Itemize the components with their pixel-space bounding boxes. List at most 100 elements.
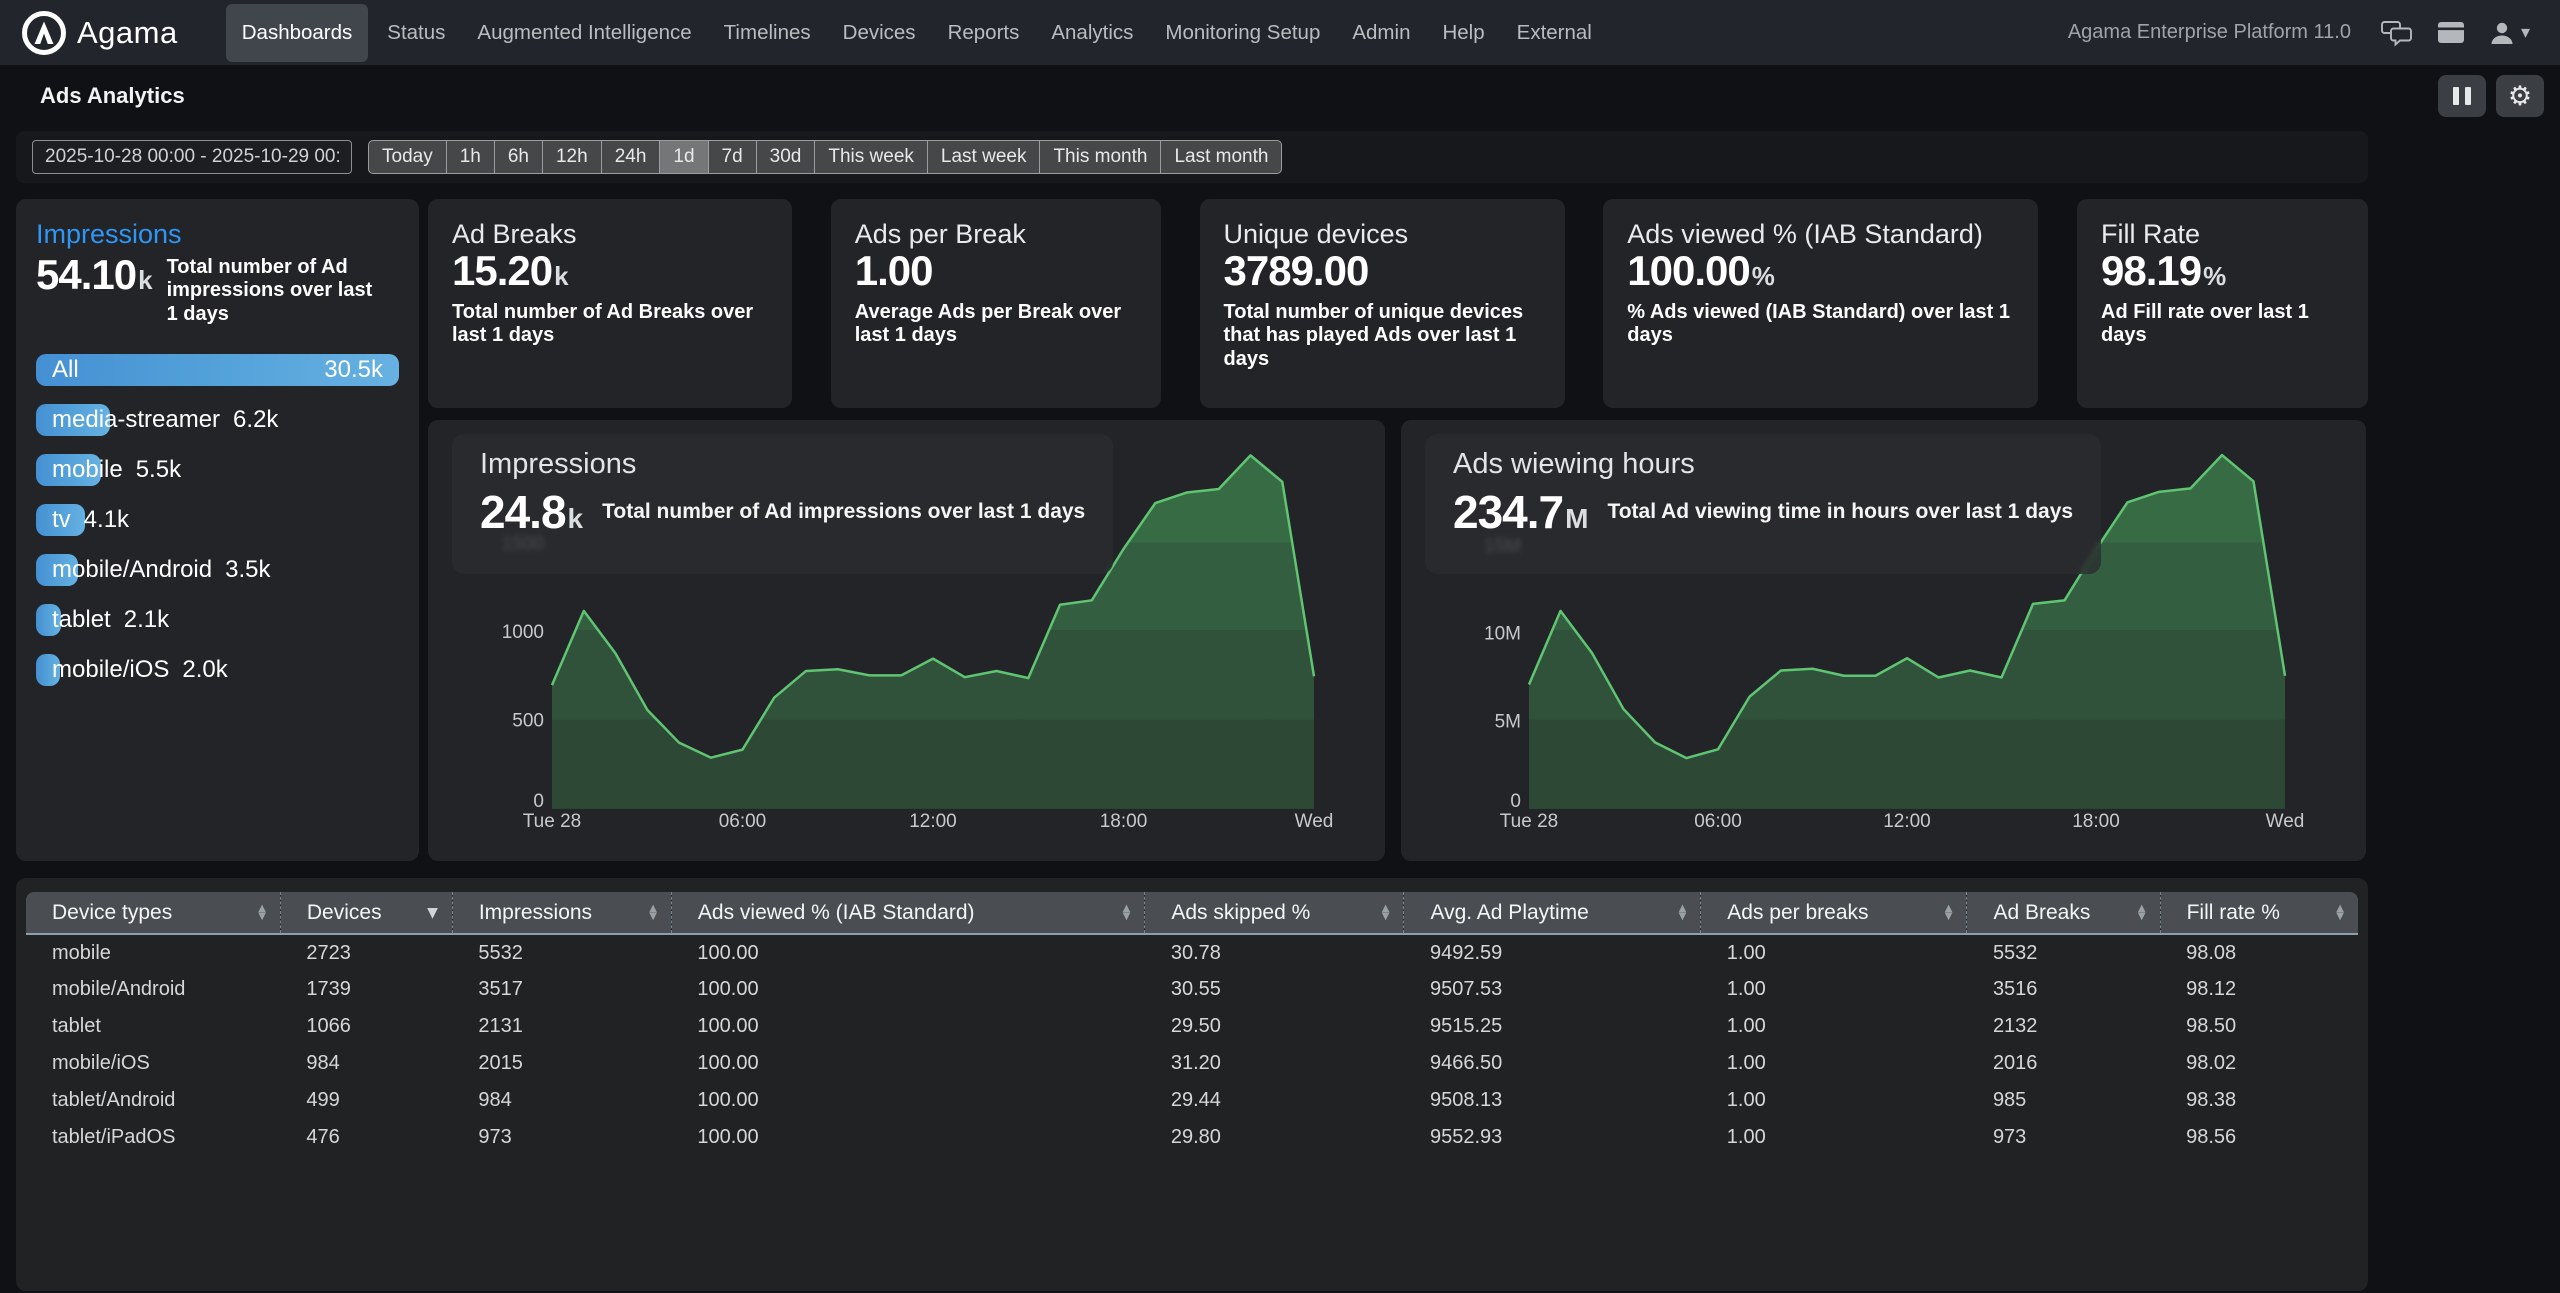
nav-item-monitoring-setup[interactable]: Monitoring Setup <box>1152 9 1333 57</box>
kpi-value: 15.20k <box>452 250 768 292</box>
range-button-30d[interactable]: 30d <box>756 140 816 174</box>
nav-item-timelines[interactable]: Timelines <box>711 9 824 57</box>
table-cell: tablet/iPadOS <box>26 1119 280 1156</box>
main-nav: DashboardsStatusAugmented IntelligenceTi… <box>226 0 1605 65</box>
device-bar-mobile[interactable]: mobile5.5k <box>36 454 399 486</box>
table-cell: 985 <box>1967 1082 2160 1119</box>
column-header-ad-breaks[interactable]: Ad Breaks▲▼ <box>1967 892 2160 934</box>
table-row-mobile[interactable]: mobile27235532100.0030.789492.591.005532… <box>26 934 2358 971</box>
kpi-description: % Ads viewed (IAB Standard) over last 1 … <box>1627 301 2014 348</box>
breakdown-description: Total number of Ad impressions over last… <box>167 256 382 326</box>
table-cell: 3517 <box>452 971 671 1008</box>
kpi-value: 1.00 <box>855 250 1137 292</box>
column-header-avg-ad-playtime[interactable]: Avg. Ad Playtime▲▼ <box>1404 892 1701 934</box>
table-cell: 29.80 <box>1145 1119 1404 1156</box>
range-button-this-month[interactable]: This month <box>1039 140 1161 174</box>
table-cell: 100.00 <box>671 1082 1144 1119</box>
device-bar-mobile-ios[interactable]: mobile/iOS2.0k <box>36 654 399 686</box>
column-label: Device types <box>52 901 172 925</box>
range-button-last-month[interactable]: Last month <box>1160 140 1282 174</box>
kpi-card-ads-per-break: Ads per Break1.00Average Ads per Break o… <box>831 199 1161 408</box>
table-cell: 2723 <box>280 934 452 971</box>
table-row-mobile-ios[interactable]: mobile/iOS9842015100.0031.209466.501.002… <box>26 1045 2358 1082</box>
kpi-title: Ads viewed % (IAB Standard) <box>1627 219 2014 250</box>
sort-icon: ▲▼ <box>1123 905 1131 921</box>
range-button-1h[interactable]: 1h <box>446 140 495 174</box>
nav-item-admin[interactable]: Admin <box>1339 9 1423 57</box>
column-header-device-types[interactable]: Device types ▲▼ <box>26 892 280 934</box>
nav-item-help[interactable]: Help <box>1429 9 1497 57</box>
agama-logo-icon <box>22 11 66 55</box>
table-row-tablet-android[interactable]: tablet/Android499984100.0029.449508.131.… <box>26 1082 2358 1119</box>
range-button-24h[interactable]: 24h <box>601 140 661 174</box>
nav-item-dashboards[interactable]: Dashboards <box>226 4 369 62</box>
bar-value: 30.5k <box>324 354 383 386</box>
nav-item-augmented-intelligence[interactable]: Augmented Intelligence <box>464 9 704 57</box>
nav-item-status[interactable]: Status <box>374 9 458 57</box>
range-button-today[interactable]: Today <box>368 140 447 174</box>
column-label: Avg. Ad Playtime <box>1430 901 1588 925</box>
column-header-devices[interactable]: Devices▼ <box>280 892 452 934</box>
viewing-hours-chart-card: 05M10M15MTue 2806:0012:0018:00Wed Ads wi… <box>1401 420 2366 861</box>
table-cell: 5532 <box>1967 934 2160 971</box>
bar-label: mobile/iOS2.0k <box>52 654 228 686</box>
settings-button[interactable]: ⚙ <box>2496 75 2544 117</box>
table-cell: mobile/iOS <box>26 1045 280 1082</box>
column-header-ads-skipped[interactable]: Ads skipped %▲▼ <box>1145 892 1404 934</box>
breakdown-metric-title[interactable]: Impressions <box>36 219 399 250</box>
page-header: Ads Analytics ⚙ <box>0 65 2560 127</box>
table-row-tablet-ipados[interactable]: tablet/iPadOS476973100.0029.809552.931.0… <box>26 1119 2358 1156</box>
breakdown-value: 54.10k <box>36 254 152 296</box>
column-header-ads-viewed-iab-standard[interactable]: Ads viewed % (IAB Standard)▲▼ <box>671 892 1144 934</box>
column-header-impressions[interactable]: Impressions▲▼ <box>452 892 671 934</box>
brand[interactable]: Agama <box>22 11 178 55</box>
svg-text:0: 0 <box>1510 791 1521 812</box>
kpi-title: Fill Rate <box>2101 219 2344 250</box>
svg-text:500: 500 <box>512 710 544 731</box>
sort-icon: ▲▼ <box>258 905 266 921</box>
nav-item-external[interactable]: External <box>1504 9 1605 57</box>
chart-description: Total Ad viewing time in hours over last… <box>1607 500 2073 524</box>
table-cell: 98.08 <box>2160 934 2358 971</box>
column-header-fill-rate[interactable]: Fill rate %▲▼ <box>2160 892 2358 934</box>
table-cell: 9515.25 <box>1404 1008 1701 1045</box>
device-bar-media-streamer[interactable]: media-streamer6.2k <box>36 404 399 436</box>
table-cell: 1739 <box>280 971 452 1008</box>
device-bar-mobile-android[interactable]: mobile/Android3.5k <box>36 554 399 586</box>
device-bar-tablet[interactable]: tablet2.1k <box>36 604 399 636</box>
table-cell: 29.50 <box>1145 1008 1404 1045</box>
range-button-12h[interactable]: 12h <box>542 140 602 174</box>
svg-text:10M: 10M <box>1484 624 1521 645</box>
table-row-mobile-android[interactable]: mobile/Android17393517100.0030.559507.53… <box>26 971 2358 1008</box>
impressions-chart-header: Impressions 24.8k Total number of Ad imp… <box>452 434 1113 574</box>
range-button-7d[interactable]: 7d <box>708 140 757 174</box>
svg-text:Tue 28: Tue 28 <box>523 811 581 832</box>
range-button-1d[interactable]: 1d <box>659 140 708 174</box>
nav-item-reports[interactable]: Reports <box>935 9 1033 57</box>
chat-icon[interactable] <box>2381 19 2413 47</box>
viewing-hours-chart-header: Ads wiewing hours 234.7M Total Ad viewin… <box>1425 434 2101 574</box>
table-cell: mobile <box>26 934 280 971</box>
user-menu[interactable]: ▾ <box>2489 20 2530 46</box>
panel-window-icon[interactable] <box>2437 21 2465 45</box>
range-button-6h[interactable]: 6h <box>494 140 543 174</box>
column-header-ads-per-breaks[interactable]: Ads per breaks▲▼ <box>1701 892 1967 934</box>
nav-item-analytics[interactable]: Analytics <box>1038 9 1146 57</box>
device-bar-tv[interactable]: tv4.1k <box>36 504 399 536</box>
table-cell: 31.20 <box>1145 1045 1404 1082</box>
device-types-table: Device types ▲▼ Devices▼Impressions▲▼Ads v… <box>26 892 2358 1156</box>
kpi-card-unique-devices: Unique devices3789.00Total number of uni… <box>1200 199 1565 408</box>
kpi-title: Unique devices <box>1224 219 1541 250</box>
user-icon <box>2489 20 2515 46</box>
chart-title: Ads wiewing hours <box>1453 448 2073 481</box>
table-cell: 2016 <box>1967 1045 2160 1082</box>
pause-refresh-button[interactable] <box>2438 75 2486 117</box>
date-range-input[interactable] <box>32 140 352 174</box>
table-row-tablet[interactable]: tablet10662131100.0029.509515.251.002132… <box>26 1008 2358 1045</box>
table-cell: 98.56 <box>2160 1119 2358 1156</box>
nav-item-devices[interactable]: Devices <box>830 9 929 57</box>
range-button-last-week[interactable]: Last week <box>927 140 1041 174</box>
device-bar-all[interactable]: All30.5k <box>36 354 399 386</box>
column-label: Ads skipped % <box>1171 901 1310 925</box>
range-button-this-week[interactable]: This week <box>814 140 928 174</box>
